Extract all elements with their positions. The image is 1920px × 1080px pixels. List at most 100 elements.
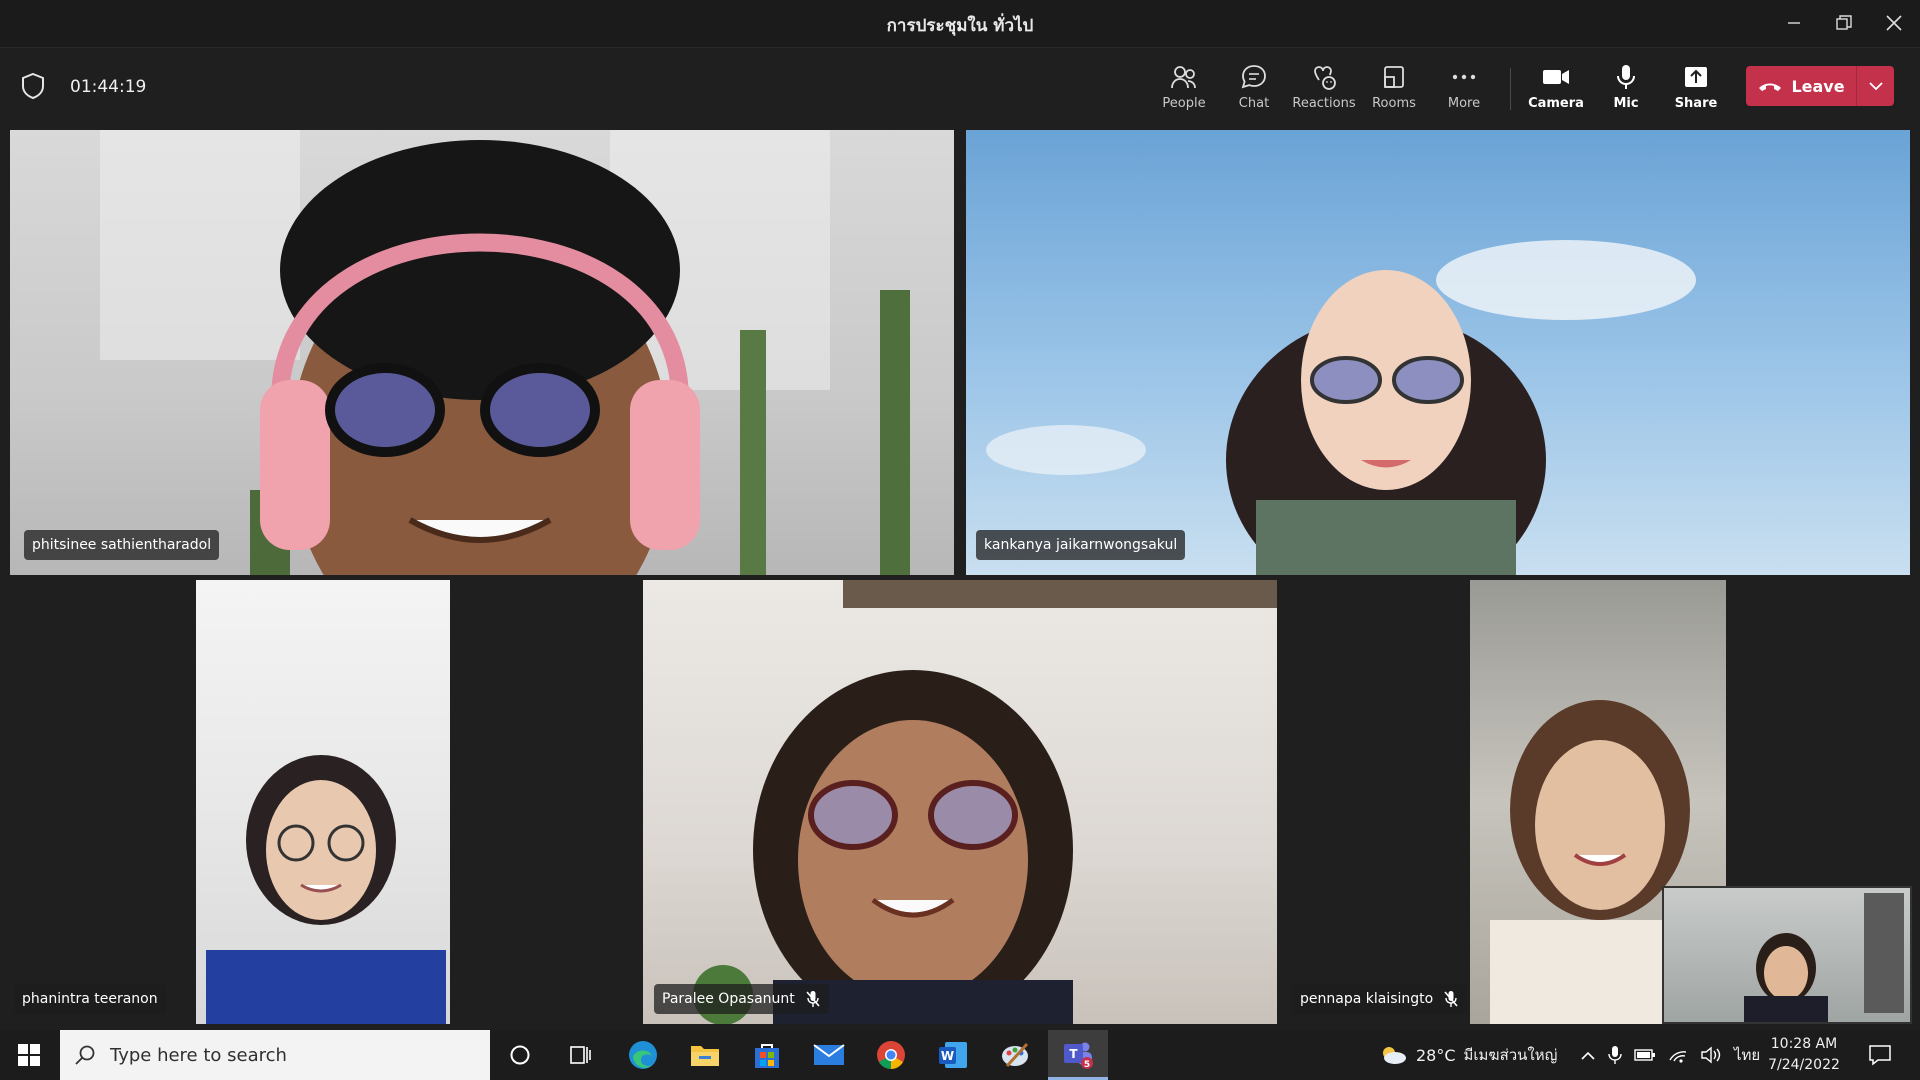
participant-name: phitsinee sathientharadol xyxy=(32,537,212,553)
teams-icon: T5 xyxy=(1064,1042,1093,1070)
weather-widget[interactable]: 28°C มีเมฆส่วนใหญ่ xyxy=(1378,1030,1557,1080)
participant-video xyxy=(986,240,1696,575)
search-icon xyxy=(75,1045,95,1065)
video-tile-kankanya[interactable]: kankanya jaikarnwongsakul xyxy=(966,130,1910,575)
taskbar-app-store[interactable] xyxy=(737,1030,797,1080)
mic-button[interactable]: Mic xyxy=(1591,60,1661,120)
taskbar-app-word[interactable]: W xyxy=(923,1030,983,1080)
cortana-icon xyxy=(510,1045,530,1065)
title-bar: การประชุมใน ทั่วไป xyxy=(0,0,1920,48)
taskbar-app-mail[interactable] xyxy=(799,1030,859,1080)
video-tile-paralee[interactable] xyxy=(643,580,1277,1024)
close-icon xyxy=(1886,15,1902,31)
minimize-icon xyxy=(1788,22,1800,24)
rooms-icon xyxy=(1384,66,1404,88)
chrome-icon xyxy=(877,1041,905,1069)
taskbar-search-box[interactable]: Type here to search xyxy=(60,1030,490,1080)
participant-video xyxy=(693,580,1277,1024)
participant-name: Paralee Opasanunt xyxy=(662,991,795,1007)
svg-text:W: W xyxy=(941,1049,954,1063)
share-icon xyxy=(1685,67,1707,87)
leave-button-group: Leave xyxy=(1746,66,1894,106)
participant-name-tag: kankanya jaikarnwongsakul xyxy=(976,530,1186,560)
leave-options-button[interactable] xyxy=(1856,66,1894,106)
rooms-label: Rooms xyxy=(1372,96,1416,111)
participant-name-tag: phanintra teeranon xyxy=(14,984,166,1014)
taskbar-app-file-explorer[interactable] xyxy=(675,1030,735,1080)
windows-taskbar: Type here to search W T5 28°C มีเมฆส่วนใ… xyxy=(0,1030,1920,1080)
more-button[interactable]: More xyxy=(1429,60,1499,120)
chat-button[interactable]: Chat xyxy=(1219,60,1289,120)
participant-video xyxy=(100,130,910,575)
self-preview-video[interactable] xyxy=(1662,886,1912,1024)
video-tile-phitsinee[interactable]: phitsinee sathientharadol xyxy=(10,130,954,575)
participant-name: kankanya jaikarnwongsakul xyxy=(984,537,1178,553)
participant-video xyxy=(206,755,446,1024)
search-placeholder: Type here to search xyxy=(110,1044,287,1066)
mic-icon xyxy=(1617,65,1635,89)
share-button[interactable]: Share xyxy=(1661,60,1731,120)
self-video xyxy=(1744,893,1904,1022)
edge-icon xyxy=(629,1041,657,1069)
mail-icon xyxy=(813,1044,845,1065)
volume-icon[interactable] xyxy=(1700,1046,1722,1064)
clock-time: 10:28 AM xyxy=(1770,1036,1838,1052)
participant-name: pennapa klaisingto xyxy=(1300,991,1434,1007)
paint-icon xyxy=(1002,1042,1029,1068)
more-label: More xyxy=(1447,96,1481,111)
restore-icon xyxy=(1836,15,1852,30)
video-tile-phanintra[interactable] xyxy=(196,580,450,1024)
reactions-icon xyxy=(1314,66,1336,90)
close-button[interactable] xyxy=(1874,6,1914,40)
weather-temperature: 28°C xyxy=(1416,1045,1456,1065)
word-icon: W xyxy=(939,1042,967,1068)
more-icon xyxy=(1452,74,1476,80)
svg-text:T: T xyxy=(1069,1047,1078,1061)
mic-label: Mic xyxy=(1613,96,1639,111)
taskbar-app-chrome[interactable] xyxy=(861,1030,921,1080)
clock-date: 7/24/2022 xyxy=(1768,1057,1840,1073)
microphone-in-use-icon[interactable] xyxy=(1608,1045,1622,1065)
restore-button[interactable] xyxy=(1824,6,1864,40)
shield-icon xyxy=(22,72,44,100)
task-view-button[interactable] xyxy=(550,1030,610,1080)
cortana-button[interactable] xyxy=(490,1030,550,1080)
file-explorer-icon xyxy=(691,1046,719,1066)
cloudy-weather-icon xyxy=(1383,1047,1406,1064)
battery-icon[interactable] xyxy=(1634,1048,1656,1062)
chevron-up-icon[interactable] xyxy=(1580,1049,1596,1061)
wifi-icon[interactable] xyxy=(1668,1046,1688,1064)
taskbar-clock[interactable]: 10:28 AM 7/24/2022 xyxy=(1754,1034,1854,1076)
participant-name: phanintra teeranon xyxy=(22,991,158,1007)
taskbar-app-edge[interactable] xyxy=(613,1030,673,1080)
hang-up-icon xyxy=(1759,83,1782,91)
notifications-button[interactable] xyxy=(1850,1030,1910,1080)
taskbar-app-teams[interactable]: T5 xyxy=(1048,1030,1108,1080)
weather-description: มีเมฆส่วนใหญ่ xyxy=(1463,1046,1558,1064)
taskbar-app-paint[interactable] xyxy=(985,1030,1045,1080)
task-view-icon xyxy=(570,1046,591,1064)
meeting-info-button[interactable] xyxy=(20,72,46,104)
reactions-label: Reactions xyxy=(1292,96,1356,111)
camera-label: Camera xyxy=(1528,96,1584,111)
people-button[interactable]: People xyxy=(1149,60,1219,120)
start-button[interactable] xyxy=(0,1030,58,1080)
minimize-button[interactable] xyxy=(1774,6,1814,40)
meeting-timer: 01:44:19 xyxy=(70,77,147,97)
chat-label: Chat xyxy=(1238,96,1270,111)
chevron-down-icon xyxy=(1868,82,1883,91)
camera-button[interactable]: Camera xyxy=(1521,60,1591,120)
leave-button[interactable]: Leave xyxy=(1746,66,1856,106)
participant-name-tag: phitsinee sathientharadol xyxy=(24,530,220,560)
teams-badge-count: 5 xyxy=(1084,1060,1090,1070)
window-title: การประชุมใน ทั่วไป xyxy=(886,16,1034,36)
participant-name-tag: Paralee Opasanunt xyxy=(654,984,829,1014)
people-label: People xyxy=(1162,96,1206,111)
camera-icon xyxy=(1543,70,1569,84)
leave-label: Leave xyxy=(1791,76,1845,96)
reactions-button[interactable]: Reactions xyxy=(1289,60,1359,120)
rooms-button[interactable]: Rooms xyxy=(1359,60,1429,120)
people-icon xyxy=(1171,66,1196,89)
toolbar-divider xyxy=(1510,68,1511,110)
store-icon xyxy=(755,1044,779,1068)
